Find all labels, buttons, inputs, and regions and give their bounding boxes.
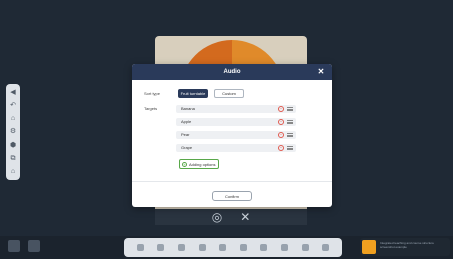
shape-icon[interactable]: ⬢: [10, 142, 16, 149]
drag-handle-icon[interactable]: [287, 120, 293, 124]
add-option-label: Adding options: [189, 161, 216, 167]
wheel-footer: ◎ ✕: [155, 209, 307, 225]
plus-icon: +: [182, 161, 187, 167]
menu-icon[interactable]: [8, 240, 20, 252]
text-tool-icon[interactable]: [219, 244, 227, 251]
target-text: Pear: [181, 132, 190, 137]
target-text: Banana: [181, 106, 195, 111]
sort-option-custom[interactable]: Custom: [214, 89, 244, 98]
more-tool-icon[interactable]: [301, 244, 309, 251]
bottom-left-controls: [8, 240, 40, 252]
remove-icon[interactable]: −: [278, 119, 284, 125]
close-icon[interactable]: ✕: [240, 210, 250, 224]
tools-icon[interactable]: [280, 244, 288, 251]
shape-tool-icon[interactable]: [198, 244, 206, 251]
divider: [132, 181, 332, 182]
target-icon[interactable]: ◎: [212, 210, 222, 224]
remove-icon[interactable]: −: [278, 145, 284, 151]
targets-label: Targets: [144, 106, 158, 111]
target-item: Apple −: [176, 118, 296, 126]
dialog-title: Audio: [223, 69, 241, 75]
target-text: Apple: [181, 119, 192, 124]
undo-tool-icon[interactable]: [239, 244, 247, 251]
add-option-button[interactable]: + Adding options: [179, 159, 219, 169]
home-icon[interactable]: ⌂: [11, 115, 15, 122]
target-item: Grape −: [176, 144, 296, 152]
close-button[interactable]: ✕: [316, 67, 326, 77]
sort-type-label: Sort type: [144, 91, 161, 96]
pen-tool-icon[interactable]: [157, 244, 165, 251]
confirm-button[interactable]: Confirm: [212, 191, 252, 201]
thumbnail-image: [362, 240, 376, 254]
copy-icon[interactable]: ⧉: [11, 155, 16, 162]
thumbnail-text: Integrated teaching and course structure…: [380, 242, 434, 249]
bottom-toolbar: [124, 238, 342, 257]
undo-icon[interactable]: ↶: [10, 102, 16, 109]
sort-option-fruit-turntable[interactable]: Fruit turntable: [178, 89, 208, 98]
settings-icon[interactable]: ⚙: [10, 128, 16, 135]
page-icon[interactable]: ⌂: [11, 168, 15, 175]
dialog-header: Audio ✕: [132, 64, 332, 80]
select-tool-icon[interactable]: [136, 244, 144, 251]
add-page-icon[interactable]: [322, 244, 330, 251]
target-item: Banana −: [176, 105, 296, 113]
audio-dialog: Audio ✕ Sort type Fruit turntable Custom…: [132, 64, 332, 207]
drag-handle-icon[interactable]: [287, 133, 293, 137]
page-thumbnail[interactable]: Integrated teaching and course structure…: [360, 238, 450, 256]
remove-icon[interactable]: −: [278, 132, 284, 138]
drag-handle-icon[interactable]: [287, 146, 293, 150]
exit-icon[interactable]: [28, 240, 40, 252]
target-item: Pear −: [176, 131, 296, 139]
eraser-tool-icon[interactable]: [177, 244, 185, 251]
remove-icon[interactable]: −: [278, 106, 284, 112]
collapse-icon[interactable]: ◀: [10, 89, 15, 96]
target-text: Grape: [181, 145, 193, 150]
redo-tool-icon[interactable]: [260, 244, 268, 251]
drag-handle-icon[interactable]: [287, 107, 293, 111]
left-toolbar: ◀ ↶ ⌂ ⚙ ⬢ ⧉ ⌂: [6, 84, 20, 180]
